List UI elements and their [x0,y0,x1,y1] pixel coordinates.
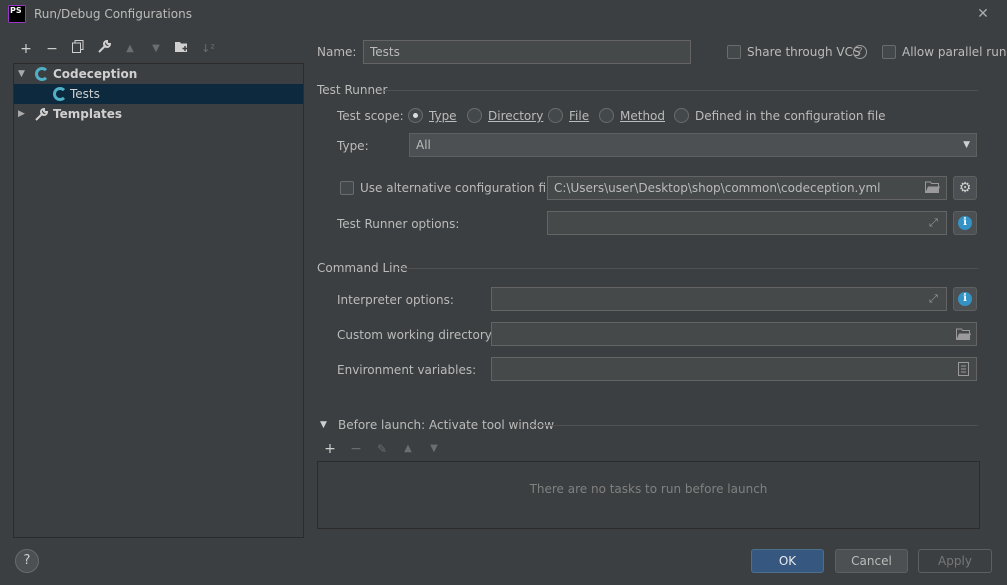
test-scope-label: Test scope: [337,109,404,123]
copy-icon[interactable] [69,40,87,58]
folder-icon[interactable] [956,328,971,344]
share-vcs-checkbox[interactable] [727,45,741,59]
gear-icon[interactable]: ⚙ [953,176,977,200]
test-runner-section-title: Test Runner [317,83,388,97]
scope-config-file-label: Defined in the configuration file [695,109,886,123]
before-launch-title: Before launch: Activate tool window [338,418,555,432]
move-up-icon[interactable]: ▲ [121,40,139,58]
alt-config-value: C:\Users\user\Desktop\shop\common\codece… [554,181,881,195]
collapse-arrow-icon[interactable]: ▶ [18,104,25,124]
tree-item-label: Tests [70,87,100,101]
working-directory-input[interactable] [491,322,977,346]
environment-variables-input[interactable] [491,357,977,381]
expand-icon[interactable]: ⤢ [929,292,938,306]
scope-file-radio[interactable] [548,108,563,123]
type-select-value: All [416,138,431,152]
tree-item-label: Templates [53,107,123,121]
empty-task-message: There are no tasks to run before launch [529,482,768,496]
allow-parallel-label: Allow parallel run [902,45,1007,59]
scope-file-label: File [569,109,590,123]
scope-directory-radio[interactable] [467,108,482,123]
move-up-icon[interactable]: ▲ [399,440,417,458]
window-title: Run/Debug Configurations [34,7,192,21]
help-icon[interactable]: ? [853,45,867,59]
move-down-icon[interactable]: ▼ [147,40,165,58]
new-folder-icon[interactable] [173,40,191,58]
alt-config-label: Use alternative configuration file: [360,181,561,195]
alt-config-input[interactable]: C:\Users\user\Desktop\shop\common\codece… [547,176,947,200]
section-divider [529,425,978,426]
type-label: Type: [337,139,369,153]
edit-task-icon[interactable]: ✎ [373,440,391,458]
close-button[interactable]: ✕ [974,5,992,23]
scope-method-label: Method [620,109,666,123]
remove-icon[interactable]: − [43,40,61,58]
runner-options-input[interactable] [547,211,947,235]
sort-icon[interactable]: ↓² [199,40,217,58]
before-launch-task-list[interactable]: There are no tasks to run before launch [317,461,980,529]
tree-item-templates[interactable]: ▶ Templates [14,104,303,124]
help-button[interactable]: ? [15,549,39,573]
environment-variables-label: Environment variables: [337,363,477,377]
runner-options-label: Test Runner options: [337,217,460,231]
info-icon: i [958,292,972,306]
interpreter-options-label: Interpreter options: [337,293,454,307]
section-divider [384,90,978,91]
scope-type-label: Type [429,109,457,123]
wrench-icon[interactable] [95,39,113,58]
remove-task-icon[interactable]: − [347,440,365,458]
type-select[interactable]: All ▼ [409,133,977,157]
expand-icon[interactable]: ⤢ [929,216,938,230]
section-divider [397,268,978,269]
info-button[interactable]: i [953,211,977,235]
alt-config-checkbox[interactable] [340,181,354,195]
codeception-icon [53,87,67,101]
interpreter-options-input[interactable] [491,287,947,311]
scope-type-radio[interactable] [408,108,423,123]
name-label: Name: [317,45,357,59]
allow-parallel-checkbox[interactable] [882,45,896,59]
chevron-down-icon: ▼ [963,140,970,150]
move-down-icon[interactable]: ▼ [425,440,443,458]
phpstorm-logo-icon: PS [8,5,26,23]
wrench-icon [35,107,49,127]
close-icon: ✕ [977,6,989,22]
command-line-section-title: Command Line [317,261,408,275]
name-input[interactable]: Tests [363,40,691,64]
ok-button[interactable]: OK [751,549,824,573]
expand-arrow-icon[interactable]: ▼ [18,64,25,84]
scope-method-radio[interactable] [599,108,614,123]
add-icon[interactable]: + [17,40,35,58]
working-directory-label: Custom working directory: [337,328,496,342]
codeception-icon [35,67,49,81]
tree-item-label: Codeception [53,67,138,81]
configuration-tree[interactable]: ▼ Codeception Tests ▶ Templates [13,63,304,538]
tree-item-codeception[interactable]: ▼ Codeception [14,64,303,84]
scope-config-file-radio[interactable] [674,108,689,123]
share-vcs-label: Share through VCS [747,45,861,59]
apply-button[interactable]: Apply [918,549,992,573]
info-button[interactable]: i [953,287,977,311]
info-icon: i [958,216,972,230]
cancel-button[interactable]: Cancel [835,549,908,573]
document-icon[interactable] [958,362,969,380]
add-task-icon[interactable]: + [321,440,339,458]
folder-icon[interactable] [925,181,940,197]
scope-directory-label: Directory [488,109,544,123]
tree-item-tests[interactable]: Tests [14,84,303,104]
before-launch-collapse-icon[interactable]: ▼ [320,420,327,430]
title-bar: PS Run/Debug Configurations ✕ [0,0,1007,30]
logo-text: PS [9,6,25,22]
